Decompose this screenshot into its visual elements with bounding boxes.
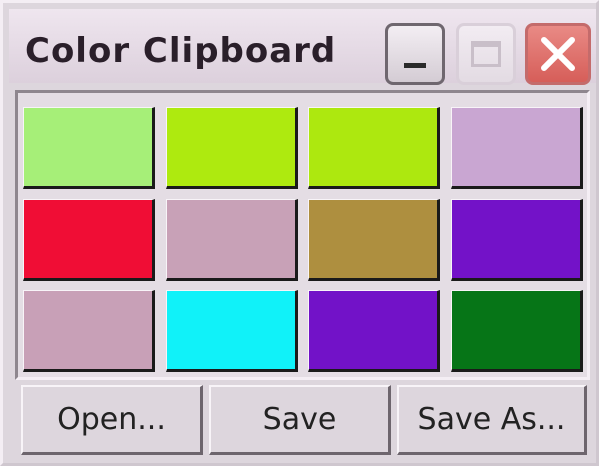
color-swatch[interactable] [166, 107, 298, 189]
color-swatch[interactable] [23, 107, 155, 189]
color-swatch[interactable] [166, 199, 298, 281]
title-bar[interactable]: Color Clipboard [9, 9, 596, 85]
color-swatch[interactable] [451, 199, 583, 281]
close-icon [541, 37, 575, 71]
color-swatch[interactable] [308, 199, 440, 281]
minimize-button[interactable] [385, 23, 445, 85]
save-button[interactable]: Save [209, 385, 391, 455]
color-swatch[interactable] [308, 107, 440, 189]
color-swatch[interactable] [308, 290, 440, 372]
color-swatch[interactable] [166, 290, 298, 372]
swatch-grid [15, 90, 590, 380]
close-button[interactable] [525, 23, 591, 85]
color-clipboard-window: Color Clipboard Open... Save Save As... [0, 0, 599, 466]
save-as-button[interactable]: Save As... [397, 385, 587, 455]
window-title: Color Clipboard [25, 31, 337, 71]
minimize-icon [404, 63, 426, 68]
color-swatch[interactable] [451, 107, 583, 189]
color-swatch[interactable] [23, 290, 155, 372]
color-swatch[interactable] [451, 290, 583, 372]
maximize-icon [471, 41, 501, 67]
open-button[interactable]: Open... [21, 385, 203, 455]
color-swatch[interactable] [23, 199, 155, 281]
maximize-button[interactable] [456, 23, 516, 85]
